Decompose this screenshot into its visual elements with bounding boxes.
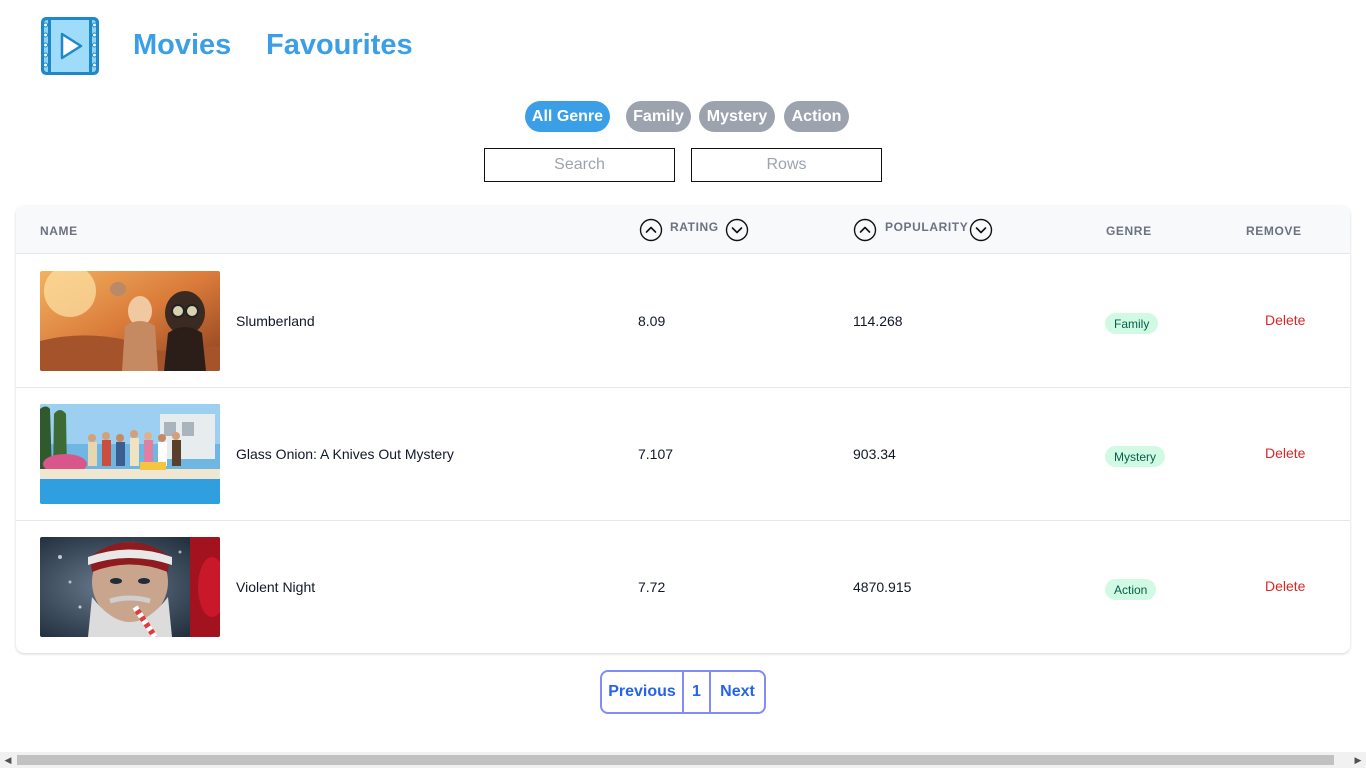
rows-input[interactable] (691, 148, 882, 182)
rating-sort-down-icon[interactable] (725, 218, 749, 242)
genre-filter-family[interactable]: Family (626, 101, 691, 132)
movies-table: NAME RATING POPULARITY GENRE REMOVE Slum… (16, 206, 1350, 653)
nav-favourites-link[interactable]: Favourites (266, 29, 413, 62)
genre-filter-action[interactable]: Action (784, 101, 849, 132)
film-play-icon[interactable] (40, 16, 100, 76)
scroll-right-icon[interactable]: ▶ (1350, 752, 1366, 768)
movie-name: Violent Night (236, 579, 316, 595)
delete-button[interactable]: Delete (1265, 445, 1305, 461)
header-popularity: POPULARITY (885, 220, 969, 234)
delete-button[interactable]: Delete (1265, 578, 1305, 594)
previous-page-button[interactable]: Previous (602, 672, 684, 712)
popularity-sort-down-icon[interactable] (969, 218, 993, 242)
violent-night-poster (40, 537, 220, 637)
table-header: NAME RATING POPULARITY GENRE REMOVE (16, 206, 1350, 254)
header-genre: GENRE (1106, 224, 1152, 238)
glass-onion-poster (40, 404, 220, 504)
genre-badge: Action (1105, 579, 1157, 600)
movie-name: Glass Onion: A Knives Out Mystery (236, 446, 454, 462)
movie-popularity: 4870.915 (853, 579, 912, 595)
app-header: Movies Favourites (40, 16, 413, 76)
header-name: NAME (40, 224, 78, 238)
movie-rating: 8.09 (638, 313, 666, 329)
scrollbar-thumb[interactable] (17, 755, 1334, 765)
movie-popularity: 903.34 (853, 446, 896, 462)
page-number-button[interactable]: 1 (684, 672, 711, 712)
pagination: Previous 1 Next (600, 670, 766, 714)
horizontal-scrollbar[interactable]: ◀ ▶ (0, 752, 1366, 768)
table-row: Glass Onion: A Knives Out Mystery 7.107 … (16, 388, 1350, 521)
nav-movies-link[interactable]: Movies (133, 29, 231, 62)
rating-sort-up-icon[interactable] (639, 218, 663, 242)
genre-badge: Family (1105, 313, 1159, 334)
movie-name: Slumberland (236, 313, 315, 329)
genre-badge: Mystery (1105, 446, 1165, 467)
genre-filter-mystery[interactable]: Mystery (699, 101, 775, 132)
search-input[interactable] (484, 148, 675, 182)
table-row: Violent Night 7.72 4870.915 Action Delet… (16, 521, 1350, 653)
header-remove: REMOVE (1246, 224, 1302, 238)
movie-popularity: 114.268 (853, 313, 903, 329)
movie-rating: 7.107 (638, 446, 674, 462)
table-row: Slumberland 8.09 114.268 Family Delete (16, 255, 1350, 388)
popularity-sort-up-icon[interactable] (853, 218, 877, 242)
scroll-left-icon[interactable]: ◀ (0, 752, 16, 768)
next-page-button[interactable]: Next (711, 672, 764, 712)
genre-filter-bar: All Genre Family Mystery Action (0, 101, 1366, 132)
delete-button[interactable]: Delete (1265, 312, 1305, 328)
genre-filter-all[interactable]: All Genre (525, 101, 610, 132)
slumberland-poster (40, 271, 220, 371)
movie-rating: 7.72 (638, 579, 666, 595)
header-rating: RATING (670, 220, 719, 234)
